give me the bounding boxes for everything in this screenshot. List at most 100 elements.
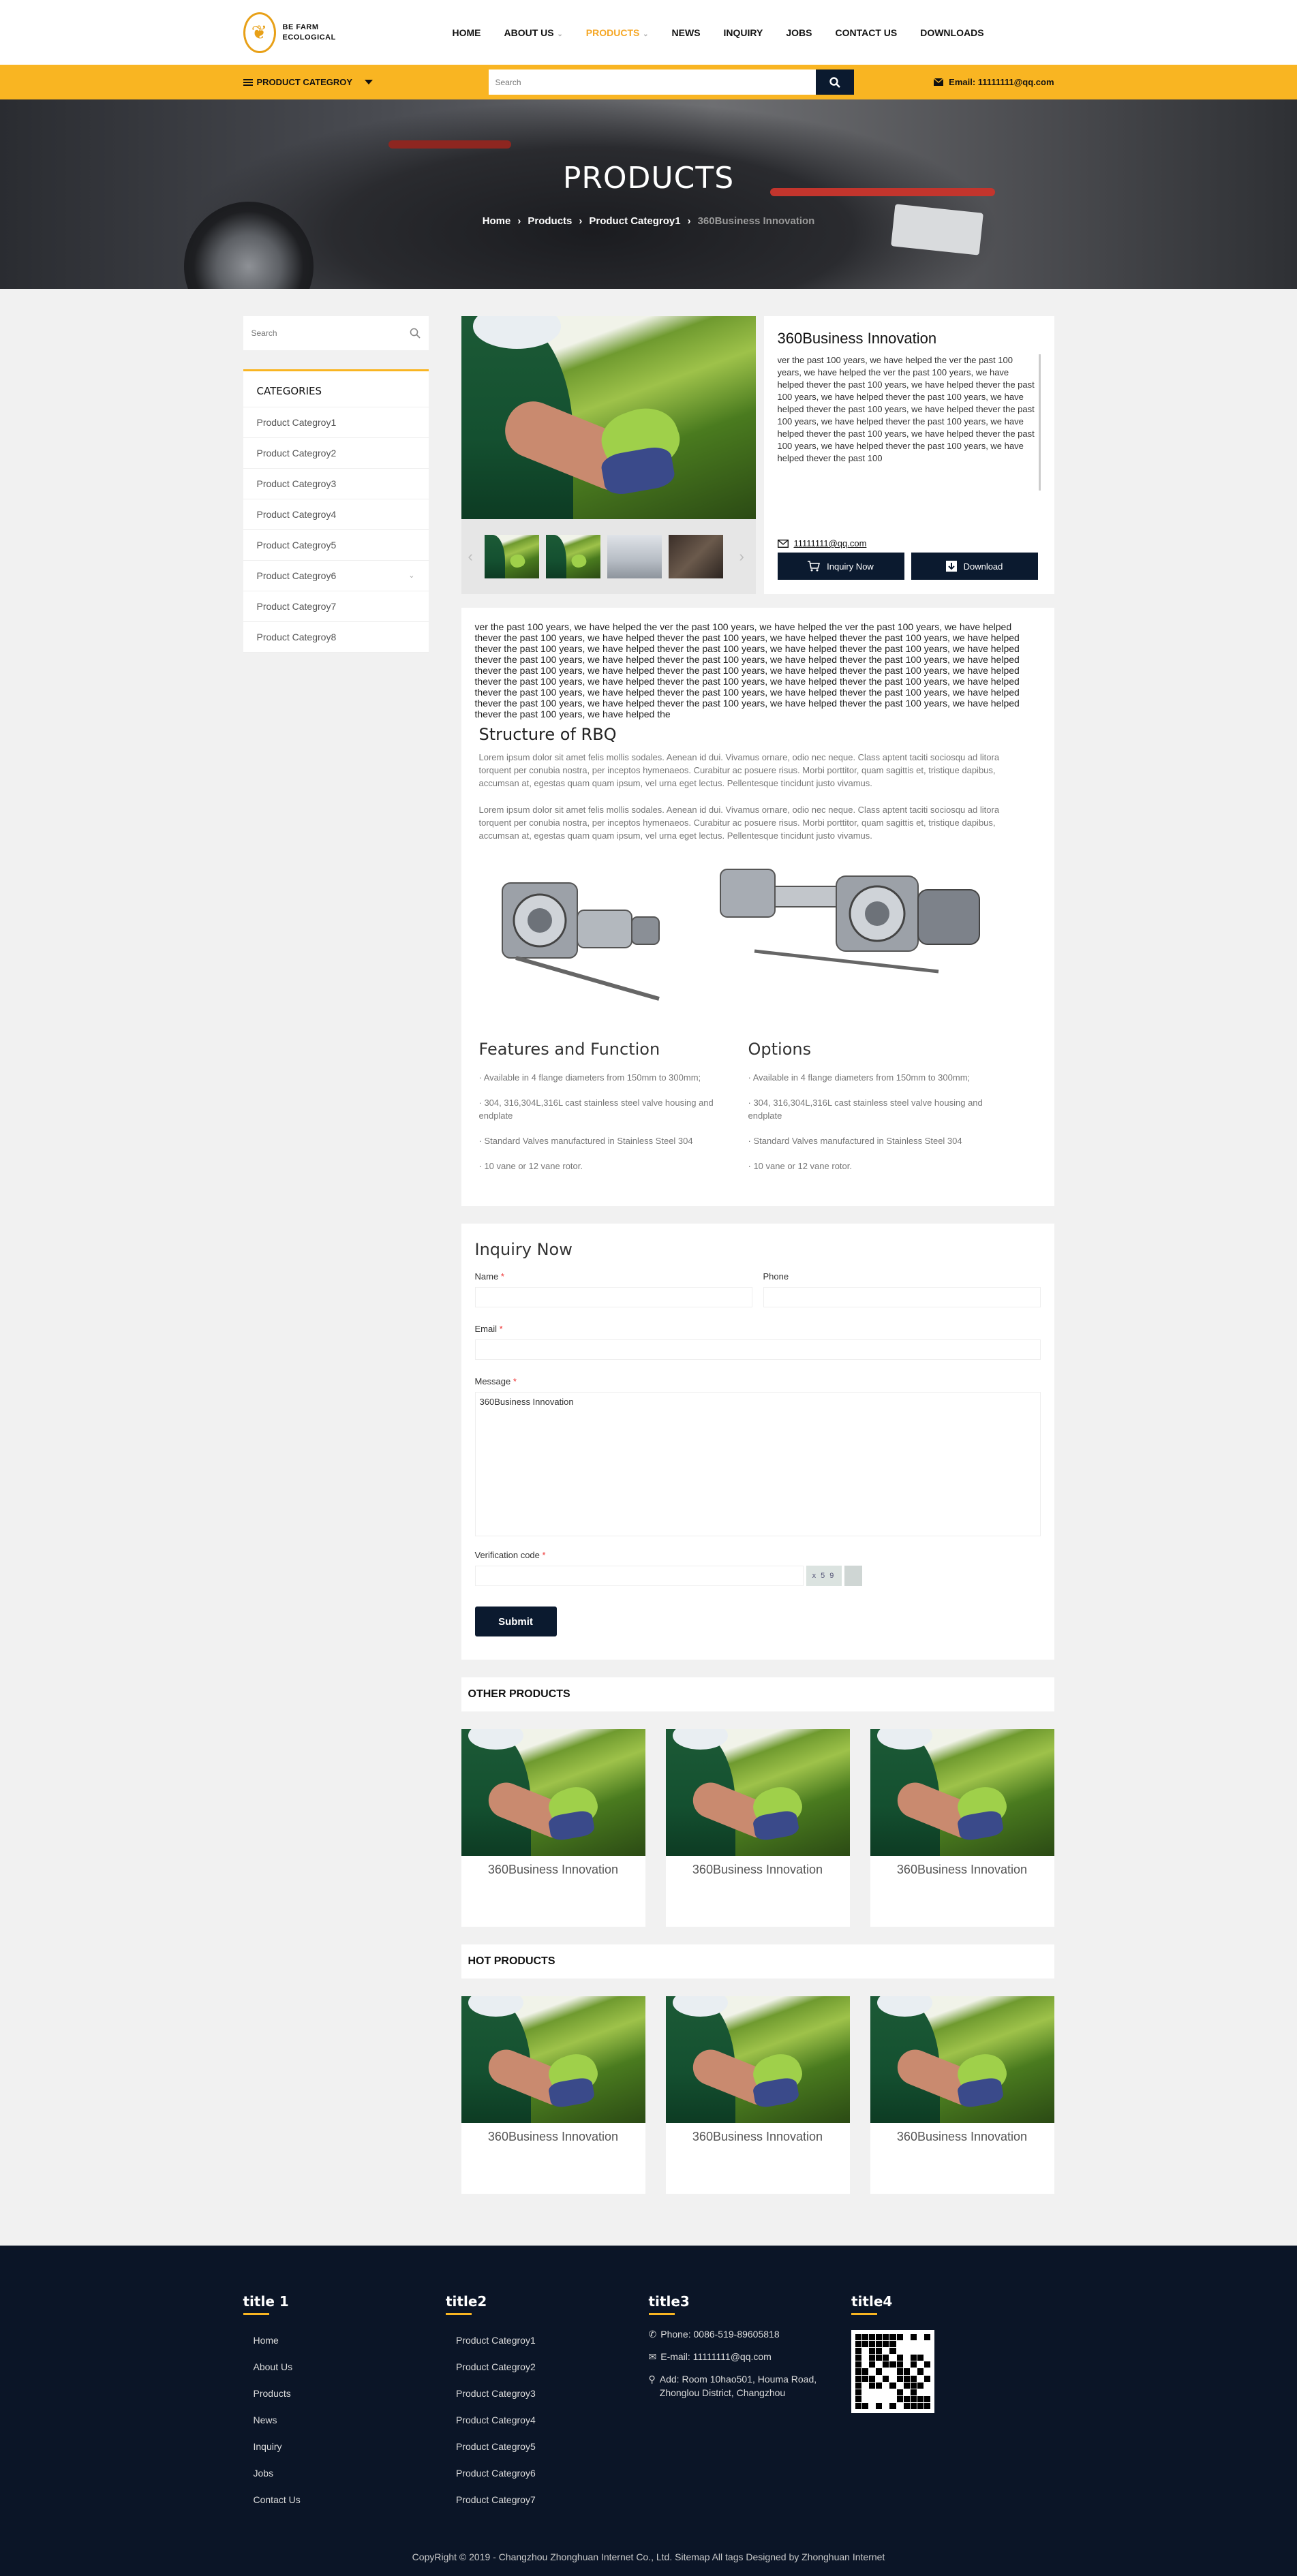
breadcrumb-products[interactable]: Products [528,215,572,227]
footer-link[interactable]: Product Categroy4 [456,2407,649,2434]
rotary-valve-image [719,869,980,974]
search-icon[interactable] [410,328,421,339]
category-item[interactable]: Product Categroy8 [243,622,429,653]
logo-text: BE FARM ECOLOGICAL [282,22,336,42]
verification-field[interactable] [474,1566,804,1586]
category-item[interactable]: Product Categroy6 ⌄ [243,561,429,591]
category-item[interactable]: Product Categroy5 [243,530,429,561]
category-item[interactable]: Product Categroy2 [243,438,429,469]
chevron-right-icon[interactable]: › [739,548,749,565]
product-card[interactable]: 360Business Innovation [870,1996,1054,2194]
thumbnail[interactable] [607,535,662,578]
thumbnail[interactable] [545,535,600,578]
inquiry-title: Inquiry Now [474,1240,573,1259]
message-field[interactable]: 360Business Innovation [474,1392,1041,1536]
nav-inquiry[interactable]: INQUIRY [712,27,775,38]
footer-column-1: title 1 Home About Us Products News Inqu… [243,2293,446,2513]
footer-link[interactable]: News [254,2407,446,2434]
category-item[interactable]: Product Categroy3 [243,469,429,499]
product-top: ‹ › 360Business Innovation ver the past … [461,316,1054,594]
footer-link[interactable]: Product Categroy1 [456,2327,649,2354]
footer-link[interactable]: Home [254,2327,446,2354]
site-footer: title 1 Home About Us Products News Inqu… [0,2246,1297,2576]
features-column: Features and Function · Available in 4 f… [479,1040,748,1185]
footer-link[interactable]: Product Categroy7 [456,2487,649,2513]
name-label: Name * [474,1271,504,1282]
site-header: ❦ BE FARM ECOLOGICAL HOME ABOUT US ⌄ PRO… [0,0,1297,65]
nav-downloads[interactable]: DOWNLOADS [909,27,995,38]
email-label: Email * [474,1324,503,1334]
thumbnail[interactable] [484,535,539,578]
footer-link[interactable]: Product Categroy3 [456,2380,649,2407]
cart-icon [808,561,821,572]
email-field[interactable] [474,1339,1041,1360]
name-field[interactable] [474,1287,752,1307]
breadcrumb-home[interactable]: Home [483,215,511,227]
chevron-down-icon[interactable]: ⌄ [408,561,414,591]
top-email[interactable]: Email: 11111111@qq.com [934,77,1054,87]
product-gallery: ‹ › [461,316,756,594]
other-products-title: OTHER PRODUCTS [461,1677,1054,1711]
product-card[interactable]: 360Business Innovation [665,1729,850,1927]
inquiry-now-button[interactable]: Inquiry Now [777,553,904,580]
search-button[interactable] [815,69,854,95]
product-card[interactable]: 360Business Innovation [461,1729,645,1927]
breadcrumb: Home › Products › Product Categroy1 › 360Busin… [0,215,1297,227]
phone-icon: ✆ [648,2329,657,2340]
option-item: · 304, 316,304L,316L cast stainless stee… [748,1098,983,1121]
search-input[interactable] [488,69,816,95]
nav-news[interactable]: NEWS [660,27,712,38]
category-item[interactable]: Product Categroy7 [243,591,429,622]
menu-icon [243,78,253,87]
features-section: Features and Function · Available in 4 f… [479,1040,1034,1185]
footer-link[interactable]: About Us [254,2354,446,2380]
footer-link[interactable]: Inquiry [254,2434,446,2460]
nav-home[interactable]: HOME [441,27,493,38]
download-button[interactable]: Download [911,553,1038,580]
product-category-toggle[interactable]: PRODUCT CATEGROY [243,77,448,87]
nav-products[interactable]: PRODUCTS ⌄ [575,27,660,38]
map-marker-icon: ⚲ [648,2374,656,2385]
download-icon [945,561,957,572]
logo[interactable]: ❦ BE FARM ECOLOGICAL [243,12,441,53]
chevron-left-icon[interactable]: ‹ [468,548,478,565]
footer-link[interactable]: Product Categroy2 [456,2354,649,2380]
footer-address: ⚲ Add: Room 10hao501, Houma Road, Zhonglo… [648,2374,817,2398]
verification-label: Verification code * [474,1550,546,1560]
category-item[interactable]: Product Categroy1 [243,407,429,438]
message-label: Message * [474,1376,517,1386]
chevron-down-icon: ⌄ [555,30,563,38]
submit-button[interactable]: Submit [474,1607,557,1636]
product-card[interactable]: 360Business Innovation [461,1996,645,2194]
captcha-image[interactable]: x 5 9 [806,1566,842,1586]
footer-link[interactable]: Product Categroy5 [456,2434,649,2460]
phone-field[interactable] [763,1287,1041,1307]
nav-contact[interactable]: CONTACT US [823,27,909,38]
footer-link[interactable]: Contact Us [254,2487,446,2513]
captcha-refresh-icon[interactable] [844,1566,862,1586]
chevron-right-icon: › [687,215,691,227]
footer-link[interactable]: Product Categroy6 [456,2460,649,2487]
footer-link[interactable]: Products [254,2380,446,2407]
nav-jobs[interactable]: JOBS [774,27,823,38]
option-item: · Available in 4 flange diameters from 1… [748,1072,971,1083]
product-main-image[interactable] [461,316,756,519]
copyright: CopyRight © 2019 - Changzhou Zhonghuan I… [412,2551,885,2562]
product-email[interactable]: 11111111@qq.com [777,538,1041,548]
footer-email[interactable]: ✉ E-mail: 11111111@qq.com [649,2350,852,2363]
page-title: PRODUCTS [562,161,735,196]
option-item: · Standard Valves manufactured in Stainl… [748,1136,962,1146]
page-banner: PRODUCTS Home › Products › Product Categroy1… [0,99,1297,289]
product-card[interactable]: 360Business Innovation [665,1996,850,2194]
footer-phone: ✆ Phone: 0086-519-89605818 [648,2329,780,2340]
breadcrumb-current: 360Business Innovation [697,215,815,227]
sidebar-search-input[interactable] [251,328,388,338]
breadcrumb-category[interactable]: Product Categroy1 [589,215,680,227]
thumbnail[interactable] [668,535,723,578]
sidebar: CATEGORIES Product Categroy1 Product Cat… [243,316,429,653]
footer-link[interactable]: Jobs [254,2460,446,2487]
product-description: ver the past 100 years, we have helped t… [778,354,1041,491]
nav-about[interactable]: ABOUT US ⌄ [493,27,575,38]
product-card[interactable]: 360Business Innovation [870,1729,1054,1927]
category-item[interactable]: Product Categroy4 [243,499,429,530]
